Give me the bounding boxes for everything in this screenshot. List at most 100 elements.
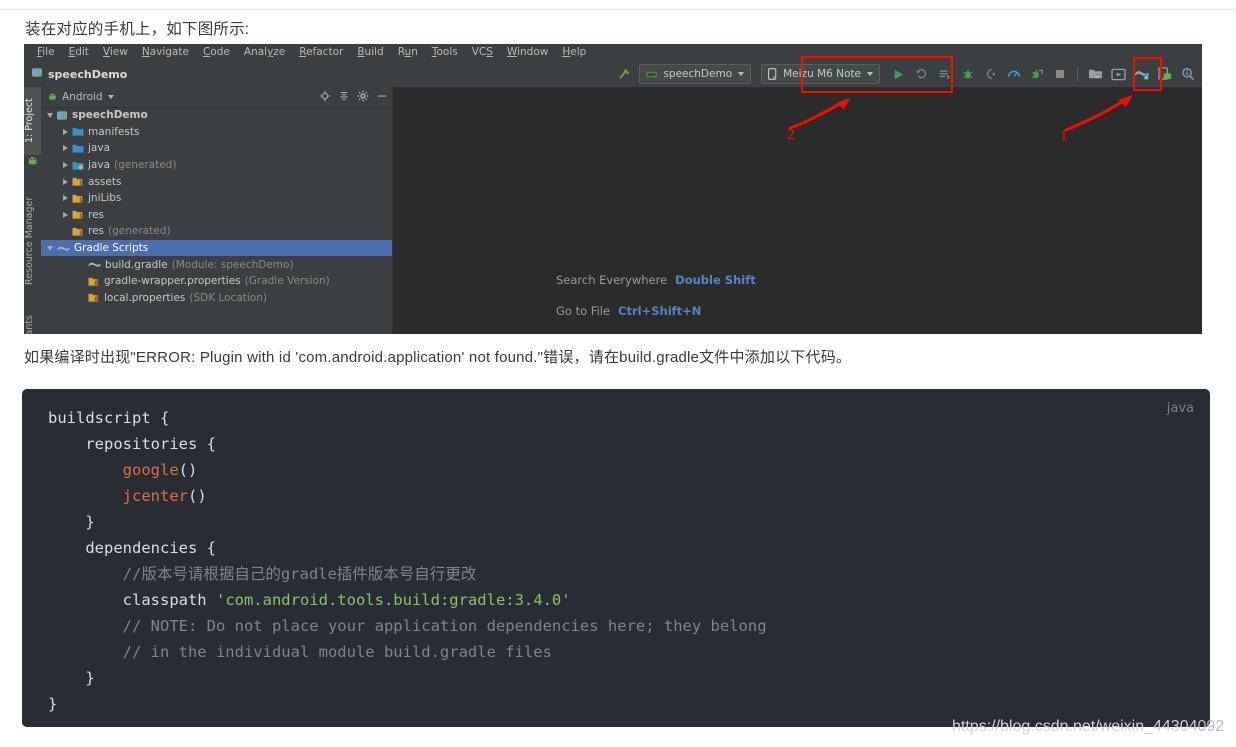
menu-item-run[interactable]: Run [391,44,425,61]
android-studio-screenshot: File Edit View Navigate Code Analyze Refactor B… [24,44,1202,334]
chevron-down-icon[interactable] [47,245,53,251]
chevron-down-icon [867,72,873,76]
avd-manager-icon[interactable] [1110,66,1127,83]
gradle-sync-download-icon[interactable] [1179,66,1196,83]
gradle-icon [88,259,101,270]
sync-gradle-button[interactable] [1133,66,1150,83]
menu-item-analyze[interactable]: Analyze [237,44,292,61]
tree-item-res[interactable]: res (generated) [41,223,392,240]
paragraph-intro: 装在对应的手机上，如下图所示: [25,21,250,38]
menu-item-view[interactable]: View [96,44,135,61]
project-view-selector-label[interactable]: Android [62,91,103,103]
hide-panel-icon[interactable] [376,90,388,105]
profiler-icon[interactable] [1005,66,1022,83]
chevron-down-icon[interactable] [47,112,53,118]
tree-item-label: java [88,142,110,155]
chevron-right-icon[interactable] [63,128,68,135]
chevron-right-icon[interactable] [63,178,68,185]
tree-item-assets[interactable]: assets [41,173,392,190]
code-token: google [122,461,179,479]
android-robot-icon [26,153,39,169]
menu-item-edit[interactable]: Edit [62,44,96,61]
chevron-right-icon[interactable] [63,162,68,169]
make-project-hammer-icon[interactable] [616,66,633,83]
editor-empty-area[interactable]: Search Everywhere Double Shift Go to File… [393,87,1202,334]
tool-window-resource-manager[interactable]: Resource Manager [24,183,41,299]
chevron-down-icon[interactable] [107,95,114,99]
tree-item-label: jniLibs [88,192,122,205]
android-config-icon [646,71,658,77]
code-line: } [48,691,1200,717]
code-line: google() [48,457,1200,483]
code-token: repositories { [48,435,216,453]
tree-item-annotation: (Gradle Version) [244,275,330,288]
tree-item-gradle-scripts[interactable]: Gradle Scripts [41,239,392,257]
module-icon [32,67,43,81]
breadcrumb[interactable]: speechDemo [32,67,127,81]
tree-item-label: manifests [88,125,140,138]
tree-item-jnilibs[interactable]: jniLibs [41,190,392,207]
tree-item-label: local.properties [104,291,186,304]
stop-icon[interactable] [1051,66,1068,83]
tree-item-java[interactable]: java (generated) [41,157,392,174]
tree-item-label: speechDemo [72,109,148,122]
settings-gear-icon[interactable] [357,90,369,105]
chevron-right-icon[interactable] [63,211,68,218]
tree-item-gradle-wrapper-properties[interactable]: gradle-wrapper.properties (Gradle Version… [41,273,392,290]
folder-gen-icon [72,160,84,171]
tree-item-java[interactable]: java [41,140,392,157]
tree-item-annotation: (SDK Location) [189,291,267,304]
menu-item-window[interactable]: Window [500,44,555,61]
tree-item-label: assets [88,175,122,188]
tool-window-project[interactable]: 1: Project [24,87,41,155]
toolbar-separator [1077,67,1078,81]
menu-item-navigate[interactable]: Navigate [135,44,196,61]
menu-item-tools[interactable]: Tools [425,44,465,61]
code-block[interactable]: java buildscript { repositories { google… [22,389,1210,727]
run-with-coverage-icon[interactable] [1028,66,1045,83]
tree-item-build-gradle[interactable]: build.gradle (Module: speechDemo) [41,256,392,273]
code-content: buildscript { repositories { google() jc… [48,405,1200,717]
code-token: jcenter [122,487,188,505]
tree-item-speechdemo[interactable]: speechDemo [41,107,392,124]
properties-icon [88,292,100,303]
apply-code-changes-icon[interactable] [936,66,953,83]
tree-item-annotation: (generated) [108,225,171,238]
tree-item-res[interactable]: res [41,207,392,224]
code-line: } [48,509,1200,535]
sdk-manager-icon[interactable] [1087,66,1104,83]
code-token: dependencies { [48,539,216,557]
apply-changes-icon[interactable] [913,66,930,83]
tool-window-strip: 1: Project Resource Manager ariants [24,87,42,334]
device-file-explorer-icon[interactable] [1156,66,1173,83]
chevron-right-icon[interactable] [63,145,68,152]
code-token: } [48,695,58,713]
code-token: // in the individual module build.gradle… [48,643,552,661]
tool-window-build-variants[interactable]: ariants [24,299,41,334]
tree-item-label: res [88,225,105,238]
module-icon [57,110,68,121]
menu-item-build[interactable]: Build [350,44,390,61]
folder-res-icon [72,209,84,220]
attach-debugger-icon[interactable] [982,66,999,83]
menu-item-code[interactable]: Code [196,44,237,61]
debug-icon[interactable] [959,66,976,83]
tree-item-manifests[interactable]: manifests [41,124,392,141]
device-dropdown[interactable]: Meizu M6 Note [761,64,880,84]
menu-item-help[interactable]: Help [555,44,593,61]
menu-item-refactor[interactable]: Refactor [292,44,350,61]
menu-item-file[interactable]: File [30,44,62,61]
tree-item-local-properties[interactable]: local.properties (SDK Location) [41,290,392,307]
code-line: // NOTE: Do not place your application d… [48,613,1200,639]
locate-icon[interactable] [319,90,331,105]
code-line: classpath 'com.android.tools.build:gradl… [48,587,1200,613]
code-line: jcenter() [48,483,1200,509]
code-line: repositories { [48,431,1200,457]
menu-item-vcs[interactable]: VCS [465,44,500,61]
chevron-right-icon[interactable] [63,195,68,202]
toolbar: speechDemo speechDemo Meizu M6 Note [24,61,1202,88]
code-token: () [178,461,198,479]
run-play-icon[interactable] [890,66,907,83]
run-configuration-dropdown[interactable]: speechDemo [639,64,752,84]
collapse-all-icon[interactable] [338,90,350,105]
